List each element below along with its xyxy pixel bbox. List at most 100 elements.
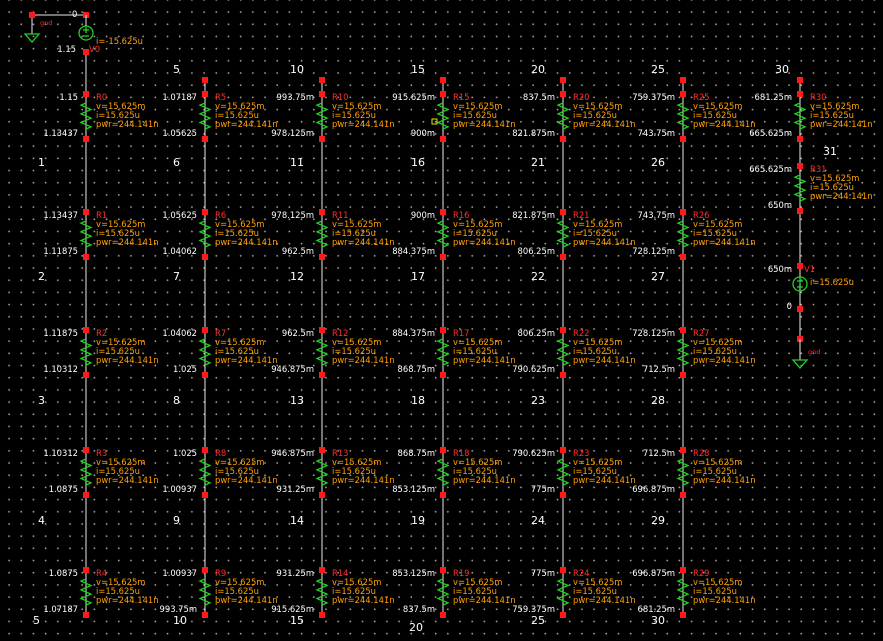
resistor-pin-bottom[interactable]	[83, 372, 89, 378]
resistor-pin-bottom[interactable]	[319, 372, 325, 378]
node-pin[interactable]	[440, 77, 446, 83]
resistor-pin-bottom[interactable]	[797, 136, 803, 142]
resistor-symbol[interactable]	[79, 578, 93, 606]
resistor-pin-top[interactable]	[680, 91, 686, 97]
resistor-pin-top[interactable]	[560, 91, 566, 97]
resistor-symbol[interactable]	[79, 102, 93, 130]
resistor-pin-bottom[interactable]	[680, 372, 686, 378]
resistor-pin-top[interactable]	[83, 447, 89, 453]
resistor-pin-bottom[interactable]	[440, 612, 446, 618]
resistor-pin-bottom[interactable]	[83, 492, 89, 498]
resistor-pin-bottom[interactable]	[440, 136, 446, 142]
resistor-symbol[interactable]	[556, 338, 570, 366]
resistor-pin-bottom[interactable]	[202, 136, 208, 142]
resistor-symbol[interactable]	[556, 578, 570, 606]
resistor-symbol[interactable]	[198, 578, 212, 606]
resistor-pin-bottom[interactable]	[440, 254, 446, 260]
resistor-symbol[interactable]	[556, 220, 570, 248]
resistor-pin-bottom[interactable]	[319, 254, 325, 260]
resistor-pin-bottom[interactable]	[319, 492, 325, 498]
resistor-symbol[interactable]	[556, 102, 570, 130]
resistor-pin-top[interactable]	[319, 209, 325, 215]
node-pin[interactable]	[83, 49, 89, 55]
resistor-symbol[interactable]	[436, 578, 450, 606]
resistor-symbol[interactable]	[556, 458, 570, 486]
resistor-symbol[interactable]	[198, 338, 212, 366]
node-pin[interactable]	[319, 77, 325, 83]
resistor-pin-top[interactable]	[440, 327, 446, 333]
resistor-symbol[interactable]	[198, 220, 212, 248]
resistor-pin-bottom[interactable]	[202, 492, 208, 498]
resistor-pin-bottom[interactable]	[440, 372, 446, 378]
resistor-pin-bottom[interactable]	[202, 612, 208, 618]
resistor-pin-top[interactable]	[560, 447, 566, 453]
resistor-pin-top[interactable]	[202, 327, 208, 333]
resistor-pin-top[interactable]	[319, 447, 325, 453]
resistor-symbol[interactable]	[676, 338, 690, 366]
resistor-pin-bottom[interactable]	[319, 136, 325, 142]
resistor-pin-top[interactable]	[560, 327, 566, 333]
resistor-symbol[interactable]	[315, 338, 329, 366]
resistor-pin-bottom[interactable]	[560, 254, 566, 260]
resistor-pin-top[interactable]	[83, 209, 89, 215]
resistor-pin-top[interactable]	[319, 91, 325, 97]
resistor-pin-top[interactable]	[440, 91, 446, 97]
resistor-symbol[interactable]	[315, 220, 329, 248]
resistor-pin-bottom[interactable]	[797, 208, 803, 214]
node-pin[interactable]	[29, 12, 35, 18]
resistor-pin-top[interactable]	[319, 567, 325, 573]
node-pin[interactable]	[797, 77, 803, 83]
schematic-canvas[interactable]: 1.15 1.13437 R0 v=15.625m i=15.625u pwr=244.1…	[0, 0, 883, 641]
node-pin[interactable]	[560, 77, 566, 83]
resistor-symbol[interactable]	[79, 338, 93, 366]
resistor-pin-bottom[interactable]	[560, 612, 566, 618]
resistor-symbol[interactable]	[436, 102, 450, 130]
resistor-pin-top[interactable]	[680, 447, 686, 453]
resistor-pin-bottom[interactable]	[560, 372, 566, 378]
resistor-pin-top[interactable]	[560, 567, 566, 573]
resistor-symbol[interactable]	[198, 458, 212, 486]
resistor-pin-bottom[interactable]	[560, 136, 566, 142]
resistor-pin-bottom[interactable]	[560, 492, 566, 498]
resistor-symbol[interactable]	[79, 458, 93, 486]
resistor-symbol[interactable]	[676, 578, 690, 606]
node-pin[interactable]	[202, 77, 208, 83]
resistor-pin-top[interactable]	[680, 327, 686, 333]
resistor-symbol[interactable]	[315, 102, 329, 130]
node-pin[interactable]	[680, 77, 686, 83]
node-pin[interactable]	[797, 306, 803, 312]
resistor-pin-bottom[interactable]	[680, 612, 686, 618]
resistor-pin-top[interactable]	[202, 91, 208, 97]
resistor-pin-bottom[interactable]	[680, 254, 686, 260]
resistor-pin-top[interactable]	[440, 209, 446, 215]
resistor-pin-bottom[interactable]	[83, 612, 89, 618]
resistor-pin-top[interactable]	[202, 447, 208, 453]
resistor-pin-top[interactable]	[83, 327, 89, 333]
resistor-pin-bottom[interactable]	[319, 612, 325, 618]
resistor-pin-top[interactable]	[560, 209, 566, 215]
resistor-symbol[interactable]	[676, 220, 690, 248]
resistor-symbol[interactable]	[198, 102, 212, 130]
resistor-symbol[interactable]	[315, 458, 329, 486]
node-pin[interactable]	[797, 263, 803, 269]
resistor-pin-top[interactable]	[83, 91, 89, 97]
resistor-symbol[interactable]	[793, 102, 807, 130]
resistor-pin-top[interactable]	[319, 327, 325, 333]
resistor-pin-bottom[interactable]	[680, 136, 686, 142]
resistor-symbol[interactable]	[793, 174, 807, 202]
resistor-symbol[interactable]	[79, 220, 93, 248]
resistor-pin-bottom[interactable]	[680, 492, 686, 498]
resistor-pin-top[interactable]	[440, 567, 446, 573]
resistor-symbol[interactable]	[436, 220, 450, 248]
resistor-pin-top[interactable]	[202, 209, 208, 215]
resistor-symbol[interactable]	[436, 338, 450, 366]
resistor-symbol[interactable]	[436, 458, 450, 486]
resistor-symbol[interactable]	[676, 458, 690, 486]
resistor-symbol[interactable]	[315, 578, 329, 606]
resistor-pin-top[interactable]	[797, 163, 803, 169]
resistor-pin-bottom[interactable]	[202, 372, 208, 378]
resistor-pin-top[interactable]	[680, 209, 686, 215]
resistor-pin-top[interactable]	[202, 567, 208, 573]
resistor-pin-bottom[interactable]	[83, 136, 89, 142]
resistor-pin-top[interactable]	[680, 567, 686, 573]
